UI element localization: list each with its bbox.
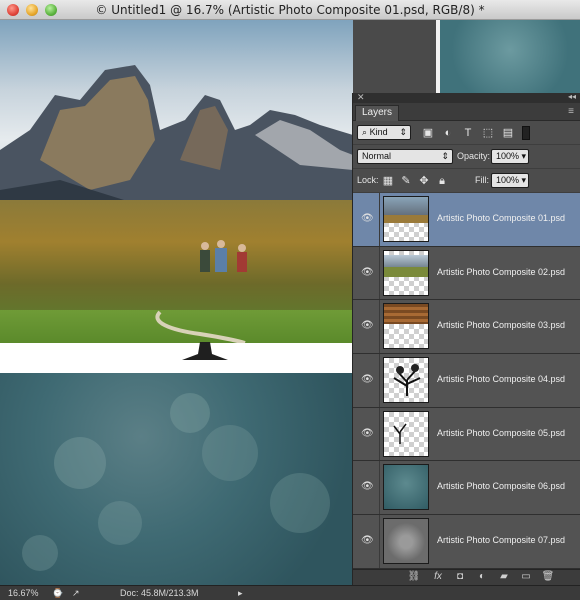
fill-value: 100% [496,175,520,185]
layer-name: Artistic Photo Composite 01.psd [437,213,566,223]
layer-row[interactable]: 👁︎ Artistic Photo Composite 03.psd [353,300,580,355]
layer-thumbnail [383,464,429,511]
collapse-panel-icon[interactable]: ◂◂ [568,92,576,101]
visibility-column[interactable]: 👁︎ [353,193,380,246]
visibility-column[interactable]: 👁︎ [353,300,380,354]
zoom-level[interactable]: 16.67% [8,588,39,598]
lock-brush-icon[interactable]: ✎ [399,174,413,188]
layer-thumbnail [383,410,429,457]
filter-adjustment-icon[interactable]: ◐ [441,126,455,140]
panel-header: ✕ ◂◂ [353,92,580,103]
layer-name: Artistic Photo Composite 06.psd [437,481,566,492]
new-adjustment-layer-icon[interactable]: ◐ [475,571,489,582]
lock-label: Lock: [357,175,379,185]
teal-texture-right [440,20,580,95]
bokeh-illustration [22,393,330,571]
eye-icon[interactable]: 👁︎ [361,481,374,493]
layers-list: 👁︎ Artistic Photo Composite 01.psd 👁︎ Ar… [353,193,580,569]
eye-icon[interactable]: 👁︎ [361,535,374,547]
layer-thumbnail [383,249,429,296]
new-layer-icon[interactable]: ▭ [519,571,533,582]
new-group-icon[interactable]: ▰ [497,571,511,582]
tree-silhouette-illustration [182,342,228,360]
hikers-illustration [200,240,247,272]
blend-row: Normal ⇕ Opacity: 100% ▾ [353,145,580,169]
lock-transparent-icon[interactable]: ▦ [381,174,395,188]
layer-row[interactable]: 👁︎ Artistic Photo Composite 02.psd [353,246,580,301]
layer-name: Artistic Photo Composite 03.psd [437,320,566,331]
layer-row[interactable]: 👁︎ Artistic Photo Composite 07.psd [353,515,580,569]
layer-style-icon[interactable]: fx [431,571,445,582]
layer-name: Artistic Photo Composite 02.psd [437,266,566,277]
visibility-column[interactable]: 👁︎ [353,246,380,300]
visibility-column[interactable]: 👁︎ [353,354,380,407]
blend-mode-select[interactable]: Normal ⇕ [357,149,453,164]
blend-mode-value: Normal [362,151,392,161]
filter-toggle[interactable] [522,126,530,140]
chevron-updown-icon: ⇕ [441,151,449,161]
fill-label: Fill: [475,175,489,185]
window-titlebar: © Untitled1 @ 16.7% (Artistic Photo Comp… [0,0,580,20]
layers-panel-footer: ⛓︎ fx ◘ ◐ ▰ ▭ 🗑︎ [353,569,580,585]
filter-kind-select[interactable]: ⌕ Kind ⇕ [357,125,411,140]
share-icon[interactable]: ↗ [72,588,80,599]
add-mask-icon[interactable]: ◘ [453,571,467,582]
layer-name: Artistic Photo Composite 05.psd [437,427,566,438]
layer-thumbnail [383,303,429,350]
opacity-value: 100% [496,151,520,161]
chevron-down-icon: ▾ [521,175,526,185]
doc-size[interactable]: Doc: 45.8M/213.3M [120,588,199,598]
layer-name: Artistic Photo Composite 07.psd [437,535,566,546]
small-tree-thumbnail-icon [393,423,407,444]
layer-row[interactable]: 👁︎ Artistic Photo Composite 05.psd [353,407,580,462]
chevron-down-icon: ▾ [521,151,526,161]
visibility-column[interactable]: 👁︎ [353,461,380,515]
filter-shape-icon[interactable]: ⬚ [481,126,495,140]
lock-position-icon[interactable]: ✥ [417,174,431,188]
filter-row: ⌕ Kind ⇕ ▣ ◐ T ⬚ ▤ [353,121,580,145]
eye-icon[interactable]: 👁︎ [361,213,374,225]
search-icon: ⌕ [362,127,368,137]
eye-icon[interactable]: 👁︎ [361,374,374,386]
layers-panel: ✕ ◂◂ Layers ≡ ⌕ Kind ⇕ ▣ ◐ T ⬚ ▤ Normal … [352,92,580,585]
opacity-label: Opacity: [457,151,491,161]
layer-thumbnail [383,196,429,242]
opacity-field[interactable]: 100% ▾ [491,149,529,164]
eye-icon[interactable]: 👁︎ [361,428,374,440]
panel-tabs: Layers ≡ [353,103,580,121]
visibility-column[interactable]: 👁︎ [353,407,380,461]
path-illustration [155,310,246,343]
link-layers-icon[interactable]: ⛓︎ [407,571,421,582]
eye-icon[interactable]: 👁︎ [361,267,374,279]
status-bar: 16.67% ⌚ ↗ Doc: 45.8M/213.3M ▸ [0,585,580,600]
layer-row[interactable]: 👁︎ Artistic Photo Composite 01.psd [353,193,580,247]
layer-row[interactable]: 👁︎ Artistic Photo Composite 04.psd [353,354,580,408]
status-menu-arrow-icon[interactable]: ▸ [238,588,243,599]
visibility-column[interactable]: 👁︎ [353,515,380,568]
eye-icon[interactable]: 👁︎ [361,320,374,332]
layer-row[interactable]: 👁︎ Artistic Photo Composite 06.psd [353,461,580,516]
layer-thumbnail [383,518,429,565]
white-band [0,343,353,373]
layer-thumbnail [383,357,429,404]
timeline-icon[interactable]: ⌚ [52,588,63,599]
chevron-updown-icon: ⇕ [399,127,407,137]
filter-type-icon[interactable]: T [461,126,475,140]
tab-layers[interactable]: Layers [355,105,400,121]
layer-name: Artistic Photo Composite 04.psd [437,374,566,385]
window-title: © Untitled1 @ 16.7% (Artistic Photo Comp… [95,3,485,17]
tree-thumbnail-icon [393,364,421,397]
trash-icon[interactable]: 🗑︎ [541,571,555,582]
filter-smart-object-icon[interactable]: ▤ [501,126,515,140]
panel-menu-icon[interactable]: ≡ [568,106,574,117]
lock-row: Lock: ▦ ✎ ✥ 🔒︎ Fill: 100% ▾ [353,169,580,193]
meadow-area [0,200,353,320]
composite-photo [0,20,353,343]
filter-kind-label: Kind [369,127,388,137]
fill-field[interactable]: 100% ▾ [491,173,529,188]
filter-pixel-icon[interactable]: ▣ [421,126,435,140]
close-panel-icon[interactable]: ✕ [357,92,365,103]
lock-all-icon[interactable]: 🔒︎ [435,174,449,188]
